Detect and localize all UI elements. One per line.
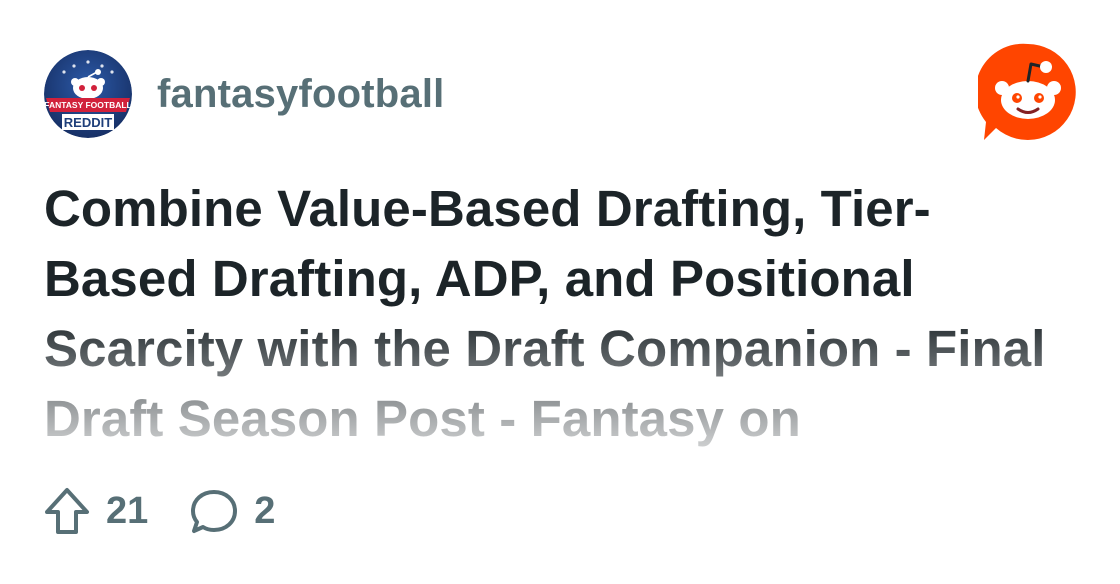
- comment-stat[interactable]: 2: [190, 488, 275, 534]
- post-stats: 21 2: [44, 486, 275, 536]
- comment-bubble-icon[interactable]: [190, 488, 238, 534]
- upvote-arrow-icon[interactable]: [44, 487, 90, 535]
- avatar-text-bottom: REDDIT: [64, 115, 112, 130]
- post-header: FANTASY FOOTBALL REDDIT fantasyfootball: [44, 50, 444, 138]
- post-share-card: FANTASY FOOTBALL REDDIT fantasyfootball …: [0, 0, 1120, 584]
- reddit-snoo-logo-icon[interactable]: [978, 42, 1078, 142]
- subreddit-avatar[interactable]: FANTASY FOOTBALL REDDIT: [44, 50, 132, 138]
- post-title-container[interactable]: Combine Value-Based Drafting, Tier-Based…: [44, 174, 1064, 454]
- upvote-stat[interactable]: 21: [44, 487, 148, 535]
- post-title[interactable]: Combine Value-Based Drafting, Tier-Based…: [44, 174, 1064, 454]
- avatar-text-top: FANTASY FOOTBALL: [44, 100, 132, 110]
- comment-count: 2: [254, 489, 276, 532]
- subreddit-name[interactable]: fantasyfootball: [157, 72, 444, 117]
- upvote-count: 21: [106, 489, 149, 532]
